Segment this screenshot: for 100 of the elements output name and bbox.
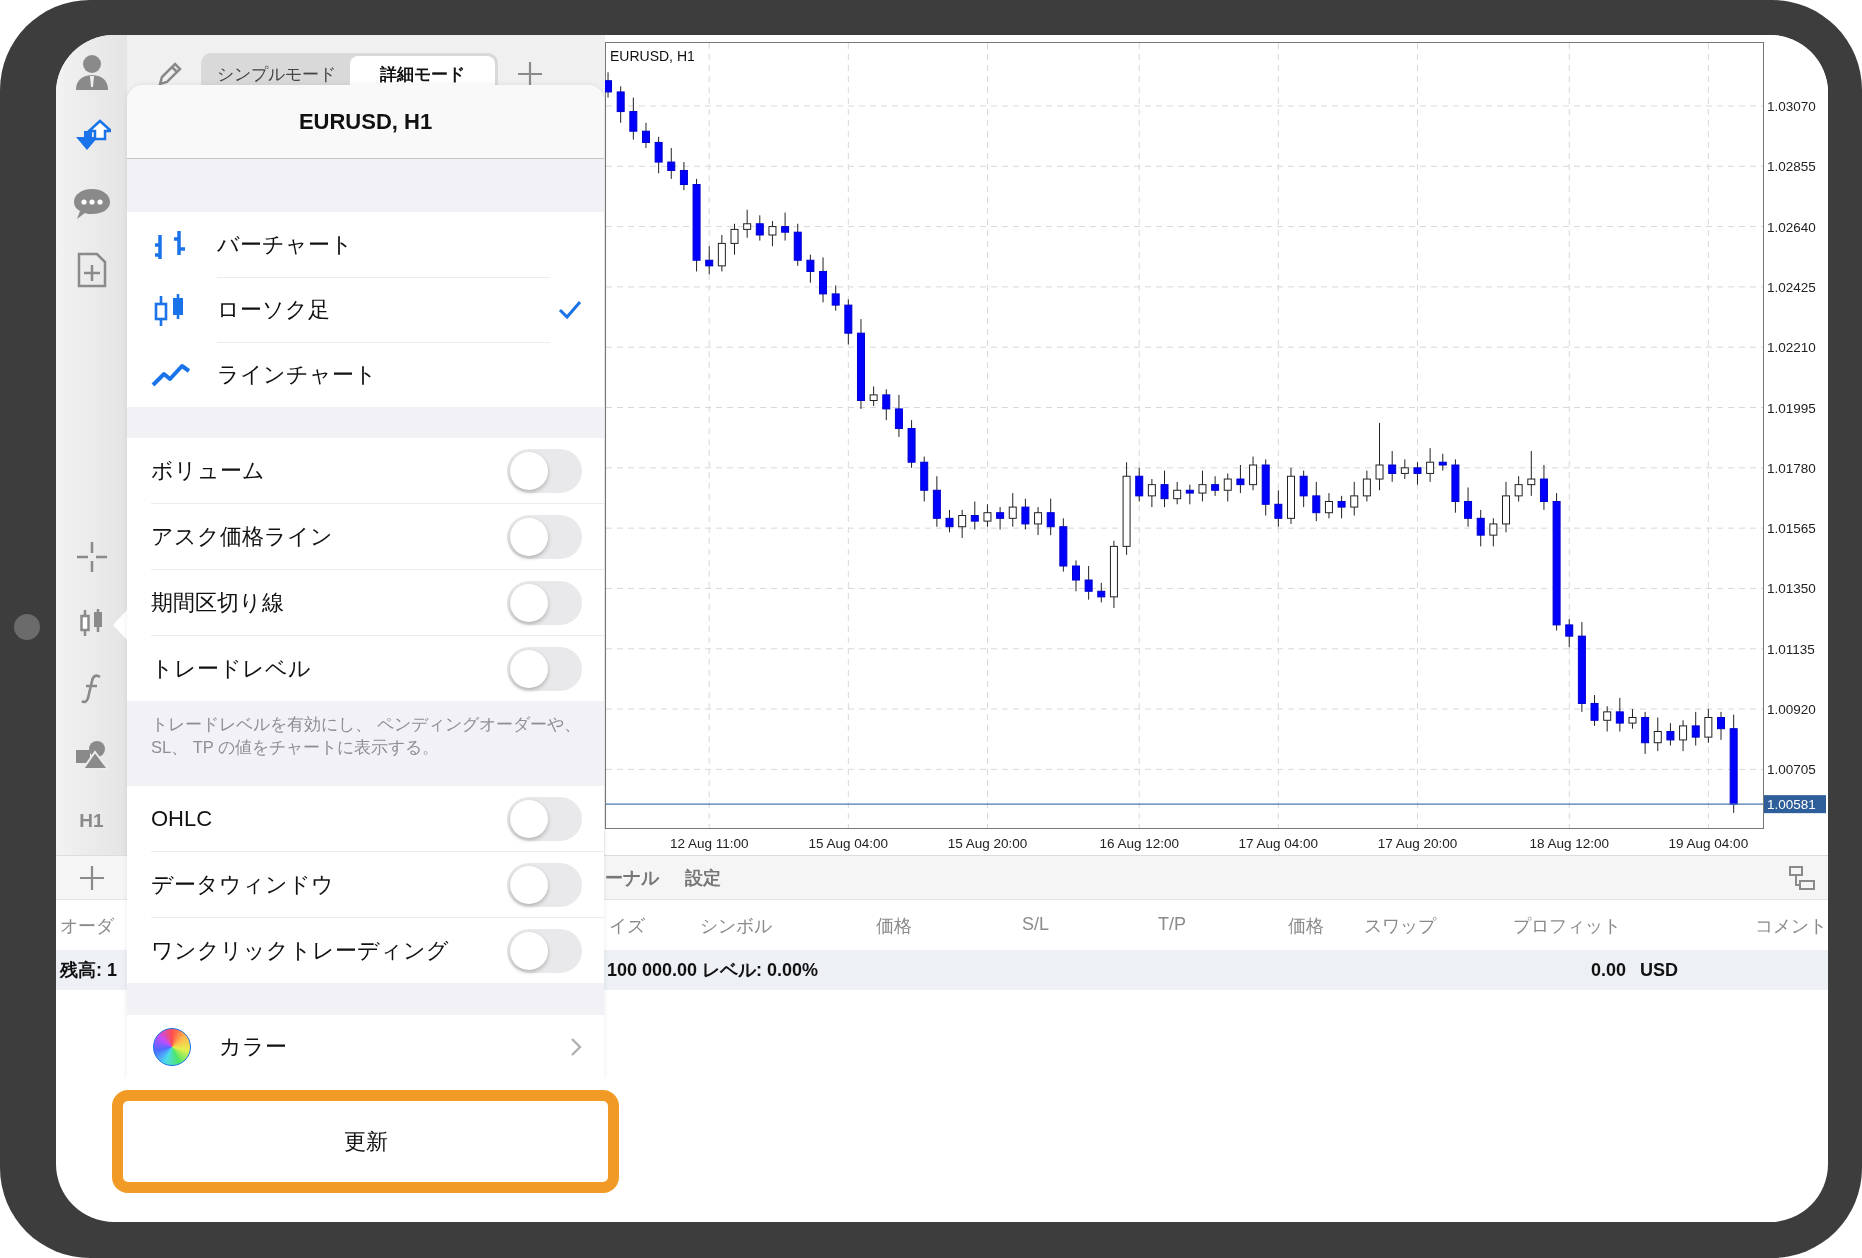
setting-label: 期間区切り線 <box>151 588 285 617</box>
time-label: 15 Aug 04:00 <box>808 836 889 851</box>
candlestick <box>1135 467 1144 502</box>
candlestick <box>1198 470 1207 502</box>
last-price-label: 1.00581 <box>1764 795 1826 814</box>
candlestick <box>1261 458 1270 516</box>
account-icon[interactable] <box>73 53 110 91</box>
candlestick <box>1084 565 1093 601</box>
candlestick <box>642 122 650 149</box>
candlestick <box>1438 453 1447 472</box>
column-header: シンボル <box>699 915 772 938</box>
candlestick <box>1249 456 1258 491</box>
candlestick <box>1704 708 1713 744</box>
candlestick <box>1173 481 1182 505</box>
candlestick <box>1287 467 1295 525</box>
toggle-switch[interactable] <box>507 646 582 691</box>
crosshair-icon[interactable] <box>75 541 108 573</box>
setting-label: ワンクリックトレーディング <box>151 936 450 965</box>
candlestick <box>1388 450 1397 483</box>
balance-text: 残高: 1 <box>58 959 118 982</box>
candlestick <box>1034 506 1043 536</box>
candlestick <box>1312 481 1321 522</box>
candlestick <box>1628 708 1637 730</box>
terminal-tab[interactable]: 設定 <box>685 865 721 890</box>
color-option[interactable]: カラー <box>219 1031 570 1062</box>
layout-icon[interactable] <box>1788 864 1816 891</box>
price-label: 1.02855 <box>1767 159 1816 175</box>
candlestick <box>1476 509 1485 547</box>
candlestick <box>869 385 878 407</box>
function-icon[interactable] <box>80 673 103 705</box>
candlestick <box>894 394 903 438</box>
candlestick <box>844 299 853 345</box>
setting-label: データウィンドウ <box>151 870 335 899</box>
price-label: 1.00920 <box>1767 702 1816 718</box>
price-label: 1.02425 <box>1767 279 1816 295</box>
new-document-icon[interactable] <box>76 252 107 288</box>
candlestick <box>730 223 739 256</box>
candlestick <box>1539 464 1548 511</box>
price-label: 1.03070 <box>1767 98 1816 114</box>
terminal-tab[interactable]: ーナル <box>605 865 659 890</box>
add-icon[interactable] <box>77 863 106 892</box>
column-header: イズ <box>608 915 645 938</box>
candlestick <box>793 223 802 267</box>
ref-line-label: 1.00581 <box>1767 797 1816 813</box>
candlestick <box>768 220 777 247</box>
candlestick <box>1464 486 1473 528</box>
price-label: 1.02210 <box>1767 340 1816 356</box>
candlestick-icon[interactable] <box>78 608 105 638</box>
candlestick <box>679 161 688 191</box>
candlestick <box>1274 489 1283 528</box>
time-label: 12 Aug 11:00 <box>669 836 749 851</box>
update-button[interactable]: 更新 <box>112 1090 619 1193</box>
balance-text: 100 000.00 レベル: 0.00% <box>606 959 819 982</box>
note-text: トレードレベルを有効にし、 ペンディングオーダーや、 SL、 TP の値をチャートに表示する。 <box>127 701 604 786</box>
candlestick <box>1653 717 1662 752</box>
candlestick <box>717 234 726 272</box>
candlestick <box>1413 461 1422 486</box>
candlestick <box>1590 694 1599 727</box>
candlestick <box>705 245 714 275</box>
price-label: 1.02640 <box>1767 219 1816 235</box>
candlestick <box>1059 517 1068 573</box>
toggle-switch[interactable] <box>507 448 582 493</box>
candlestick <box>1072 559 1080 592</box>
toggle-switch[interactable] <box>507 796 582 841</box>
toggle-switch[interactable] <box>507 580 582 625</box>
candlestick <box>1160 470 1169 508</box>
candlestick <box>1426 447 1435 483</box>
candlestick <box>1691 711 1700 747</box>
candlestick <box>1451 458 1460 514</box>
candlestick <box>605 71 613 99</box>
shapes-icon[interactable] <box>74 740 109 770</box>
column-header: プロフィット <box>1512 915 1621 938</box>
toggle-switch[interactable] <box>507 862 582 907</box>
time-label: 17 Aug 04:00 <box>1238 836 1319 851</box>
toggle-switch[interactable] <box>507 928 582 973</box>
candlestick <box>1109 540 1118 609</box>
candlestick <box>1527 450 1536 497</box>
price-label: 1.01565 <box>1767 521 1816 537</box>
candlestick <box>1489 517 1498 547</box>
add-icon[interactable] <box>516 60 544 88</box>
candlestick <box>743 209 752 239</box>
pencil-icon[interactable] <box>157 61 183 87</box>
chevron-right-icon[interactable] <box>570 1036 582 1057</box>
candlestick <box>1666 722 1675 747</box>
time-label: 16 Aug 12:00 <box>1099 836 1179 851</box>
candlestick <box>1097 582 1106 603</box>
column-header: スワップ <box>1363 915 1436 938</box>
toggle-switch[interactable] <box>507 514 582 559</box>
candlestick <box>1717 711 1725 741</box>
price-label: 1.01350 <box>1767 581 1816 597</box>
candlestick <box>1514 475 1523 502</box>
column-header: T/P <box>1157 914 1186 935</box>
time-label: 17 Aug 20:00 <box>1377 836 1458 851</box>
candlestick <box>1502 481 1510 533</box>
chat-icon[interactable] <box>72 186 111 222</box>
candlestick <box>1400 458 1409 480</box>
setting-label: トレードレベル <box>151 654 312 683</box>
popover-title: EURUSD, H1 <box>127 85 604 159</box>
candlestick <box>1565 618 1574 648</box>
candlestick <box>907 419 916 469</box>
